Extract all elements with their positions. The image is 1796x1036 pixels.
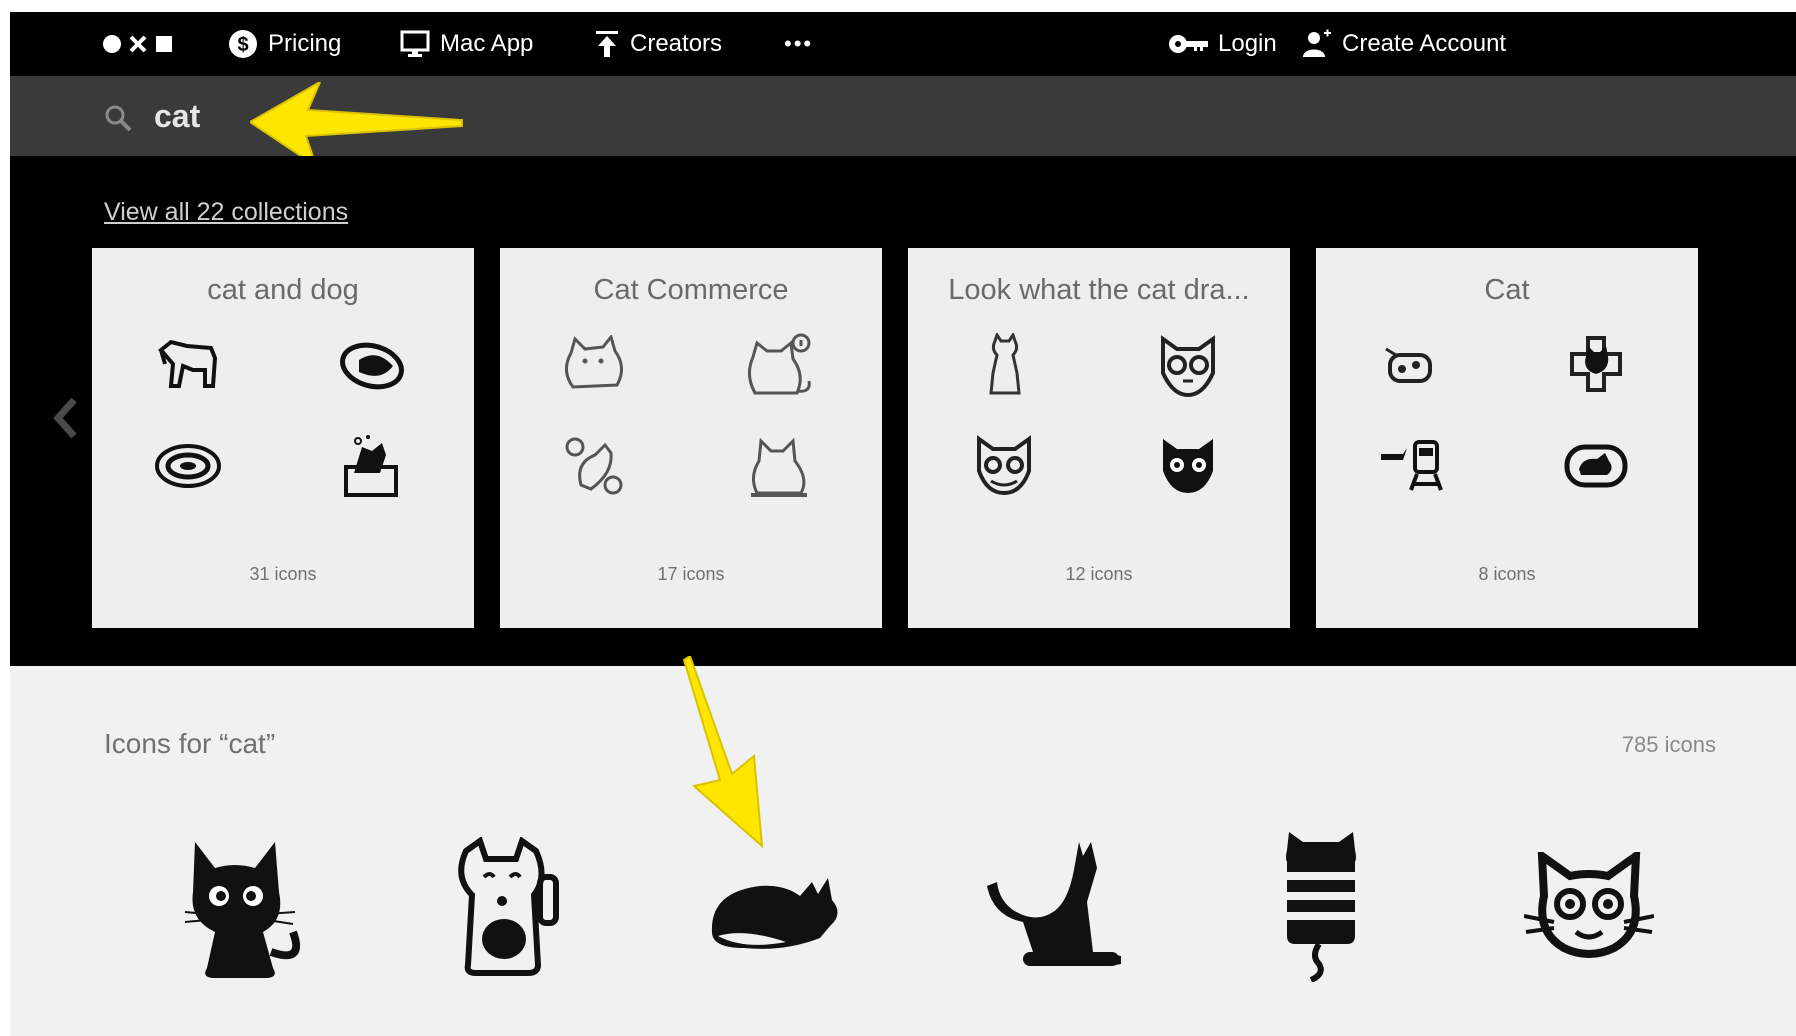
search-icon xyxy=(105,105,132,132)
dog-in-bath-icon xyxy=(332,426,412,506)
key-icon xyxy=(1169,35,1208,53)
icon-results-section: Icons for “cat” 785 icons xyxy=(10,656,1796,1036)
nav-login-label: Login xyxy=(1218,30,1277,57)
cat-info-icon xyxy=(740,326,820,406)
collection-icon-count: 17 icons xyxy=(657,564,725,584)
collection-card-cat[interactable]: Cat 8 icons xyxy=(1316,248,1698,628)
nav-creators[interactable]: Creators xyxy=(594,12,722,76)
fat-cat-icon xyxy=(556,326,636,406)
annotation-arrow-down xyxy=(682,656,764,849)
nav-more-button[interactable]: ••• xyxy=(784,12,813,76)
cat-food-icon xyxy=(1372,326,1452,406)
nav-pricing-label: Pricing xyxy=(268,30,342,57)
black-cat-icon[interactable] xyxy=(170,832,320,982)
logo-circle-icon xyxy=(103,35,121,53)
lying-cat-icon[interactable] xyxy=(704,832,854,982)
logo[interactable] xyxy=(102,32,174,56)
top-nav: $ Pricing Mac App Creators ••• Login Cre… xyxy=(10,12,1796,76)
bowl-icon xyxy=(148,426,228,506)
cat-face-outline-icon xyxy=(964,426,1044,506)
pet-bed-icon xyxy=(332,326,412,406)
chevron-left-icon[interactable] xyxy=(52,396,80,440)
svg-text:$: $ xyxy=(237,34,248,56)
collection-icon-count: 31 icons xyxy=(249,564,317,584)
dollar-icon: $ xyxy=(229,30,257,58)
collection-title: Cat Commerce xyxy=(593,274,789,306)
monitor-icon xyxy=(400,30,430,57)
collection-icon-count: 8 icons xyxy=(1478,564,1536,584)
nav-mac-app-label: Mac App xyxy=(440,30,534,57)
cartoon-cat-face-icon[interactable] xyxy=(1514,832,1664,982)
upload-icon xyxy=(596,31,618,57)
cat-face-filled-icon xyxy=(1148,426,1228,506)
collections-carousel: View all 22 collections cat and dog 31 i… xyxy=(10,156,1796,666)
lucky-cat-icon[interactable] xyxy=(436,832,586,982)
collection-card-cat-commerce[interactable]: Cat Commerce 17 icons xyxy=(500,248,882,628)
logo-square-icon xyxy=(156,36,172,52)
cat-train-icon xyxy=(1372,426,1452,506)
add-user-icon xyxy=(1303,29,1331,57)
standing-cat-icon xyxy=(964,326,1044,406)
nav-mac-app[interactable]: Mac App xyxy=(400,12,533,76)
nav-login[interactable]: Login xyxy=(1168,12,1277,76)
nav-create-account[interactable]: Create Account xyxy=(1302,12,1506,76)
collection-title: cat and dog xyxy=(207,274,359,306)
collection-card-look-what-the-cat[interactable]: Look what the cat dra... 12 icons xyxy=(908,248,1290,628)
collection-title: Cat xyxy=(1484,274,1530,306)
logo-cross-icon xyxy=(129,35,147,53)
app-frame: $ Pricing Mac App Creators ••• Login Cre… xyxy=(10,12,1796,1036)
collection-card-cat-and-dog[interactable]: cat and dog 31 icons xyxy=(92,248,474,628)
owl-cat-face-icon xyxy=(1148,326,1228,406)
results-count: 785 icons xyxy=(1621,732,1716,757)
cat-carrier-icon xyxy=(1556,426,1636,506)
cat-medical-icon xyxy=(1556,326,1636,406)
cat-scratching-post-icon[interactable] xyxy=(978,832,1128,982)
nav-creators-label: Creators xyxy=(630,30,723,57)
nav-create-account-label: Create Account xyxy=(1342,30,1507,57)
results-title: Icons for “cat” xyxy=(104,728,276,759)
collection-icon-count: 12 icons xyxy=(1065,564,1133,584)
cat-yarn-icon xyxy=(556,426,636,506)
tabby-cat-icon[interactable] xyxy=(1246,832,1396,982)
collection-title: Look what the cat dra... xyxy=(948,274,1250,306)
nav-pricing[interactable]: $ Pricing xyxy=(228,12,341,76)
dog-icon xyxy=(148,326,228,406)
more-dots-icon: ••• xyxy=(784,31,814,56)
sitting-cat-icon xyxy=(740,426,820,506)
view-all-collections-link[interactable]: View all 22 collections xyxy=(104,198,348,227)
